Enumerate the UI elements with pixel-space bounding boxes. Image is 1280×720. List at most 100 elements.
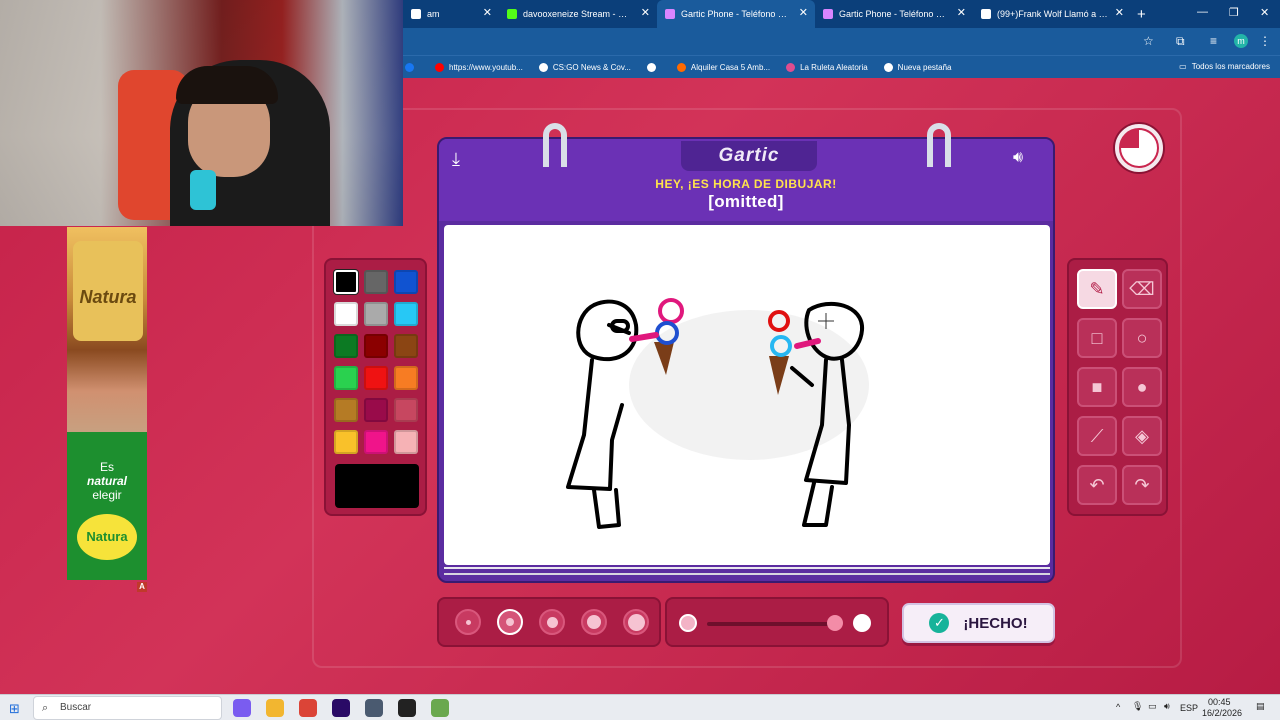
color-swatch[interactable] [334,302,358,326]
new-tab-button[interactable]: + [1137,6,1146,23]
advertisement[interactable]: Natura Es natural elegir Natura [67,227,147,580]
browser-tab[interactable]: am ✕ [403,0,499,28]
premiere-icon[interactable] [332,699,350,717]
color-swatch[interactable] [394,430,418,454]
drawing-canvas[interactable] [444,225,1050,565]
close-tab-icon[interactable]: ✕ [483,7,492,19]
color-swatch[interactable] [334,334,358,358]
check-icon: ✓ [929,613,950,633]
profile-avatar[interactable]: m [1234,34,1248,48]
rectangle-filled-tool[interactable]: ■ [1077,367,1117,407]
minimize-icon[interactable]: — [1197,6,1208,18]
color-swatch[interactable] [364,430,388,454]
volume-icon[interactable]: 🔊︎ [1164,701,1170,712]
bookmark-item[interactable]: Nueva pestaña [883,62,952,72]
browser-tab[interactable]: (99+)Frank Wolf Llamó a Nane ✕ [973,0,1131,28]
color-swatch[interactable] [334,398,358,422]
webcam-overlay [0,0,403,226]
redo-tool[interactable]: ↷ [1122,465,1162,505]
opacity-handle[interactable] [827,615,843,631]
rectangle-tool[interactable]: □ [1077,318,1117,358]
bookmark-label: Alquiler Casa 5 Amb... [690,62,771,72]
star-icon[interactable]: ☆ [1143,34,1154,48]
microphone-icon[interactable]: 🎙︎ [1132,701,1143,712]
color-swatch[interactable] [364,302,388,326]
bookmark-item[interactable]: Alquiler Casa 5 Amb... [676,62,771,72]
all-bookmarks[interactable]: ▭ Todos los marcadores [1179,62,1270,71]
folder-icon: ▭ [1179,62,1187,71]
globe-icon [646,62,656,72]
ellipse-tool[interactable]: ○ [1122,318,1162,358]
color-swatch[interactable] [394,398,418,422]
bookmark-item[interactable]: La Ruleta Aleatoria [786,62,868,72]
bookmark-item[interactable] [646,62,661,72]
color-swatch[interactable] [394,334,418,358]
download-icon[interactable]: ⤓ [452,149,460,170]
color-swatch[interactable] [334,366,358,390]
close-tab-icon[interactable]: ✕ [957,7,966,19]
color-swatch[interactable] [364,398,388,422]
clock-date[interactable]: 16/2/2026 [1202,708,1242,718]
line-tool[interactable]: ⟋ [1077,416,1117,456]
calculator-icon[interactable] [365,699,383,717]
color-swatch[interactable] [334,270,358,294]
all-bookmarks-label: Todos los marcadores [1191,62,1270,71]
tab-icon [411,9,421,19]
chevron-up-icon[interactable]: ^ [1116,702,1120,712]
color-swatch[interactable] [394,270,418,294]
gartic-icon [665,9,675,19]
clock-time[interactable]: 00:45 [1208,697,1231,707]
color-swatch[interactable] [364,270,388,294]
notifications-icon[interactable]: ▤ [1256,701,1265,712]
copilot-icon[interactable] [233,699,251,717]
bookmark-item[interactable]: https://www.youtub... [435,62,523,72]
windows-start-icon[interactable]: ⊞ [9,701,20,717]
browser-tab[interactable]: Gartic Phone - Teléfono Descon ✕ [657,0,815,28]
brush-size-option[interactable] [623,609,649,635]
line-icon: ⟋ [1090,426,1104,446]
bookmark-item[interactable]: CS:GO News & Cov... [538,62,631,72]
restore-icon[interactable]: ❐ [1229,6,1239,19]
media-icon[interactable]: ≡ [1210,34,1217,48]
sound-icon[interactable]: 🔊︎ [1013,149,1023,167]
browser-tab[interactable]: davooxeneize Stream - Watch L ✕ [499,0,657,28]
brush-size-option[interactable] [581,609,607,635]
file-explorer-icon[interactable] [266,699,284,717]
fill-tool[interactable]: ◈ [1122,416,1162,456]
ad-badge[interactable]: A [137,582,147,592]
close-tab-icon[interactable]: ✕ [799,7,808,19]
opacity-slider[interactable] [665,597,889,647]
ad-photo: Natura [67,227,147,432]
pen-app-icon[interactable] [431,699,449,717]
color-swatch[interactable] [334,430,358,454]
undo-tool[interactable]: ↶ [1077,465,1117,505]
taskbar-search[interactable]: ⌕ Buscar [33,696,222,720]
browser-tab[interactable]: Gartic Phone - Teléfono Descon ✕ [815,0,973,28]
pencil-icon: ✎ [1089,279,1105,299]
extensions-icon[interactable]: ⧉ [1176,34,1185,49]
done-button[interactable]: ✓ ¡HECHO! [902,603,1055,643]
color-swatch[interactable] [364,334,388,358]
close-tab-icon[interactable]: ✕ [1115,7,1124,19]
brush-size-option[interactable] [455,609,481,635]
language-indicator[interactable]: ESP [1180,703,1198,713]
bookmarks-bar: https://www.youtub... CS:GO News & Cov...… [403,55,1280,78]
brush-size-option[interactable] [539,609,565,635]
pencil-tool[interactable]: ✎ [1077,269,1117,309]
menu-icon[interactable]: ⋮ [1259,34,1271,48]
bookmark-item[interactable] [405,62,419,72]
brush-size-option[interactable] [497,609,523,635]
color-swatch[interactable] [394,366,418,390]
color-swatch[interactable] [394,302,418,326]
network-icon[interactable]: ▭ [1148,701,1157,712]
color-swatch[interactable] [364,366,388,390]
obs-icon[interactable] [398,699,416,717]
rectangle-filled-icon: ■ [1091,377,1103,397]
opacity-track[interactable] [707,622,837,626]
chrome-icon[interactable] [299,699,317,717]
close-window-icon[interactable]: ✕ [1260,6,1269,19]
instruction-subtitle: HEY, ¡ES HORA DE DIBUJAR! [655,177,837,191]
eraser-tool[interactable]: ⌫ [1122,269,1162,309]
ellipse-filled-tool[interactable]: ● [1122,367,1162,407]
close-tab-icon[interactable]: ✕ [641,7,650,19]
